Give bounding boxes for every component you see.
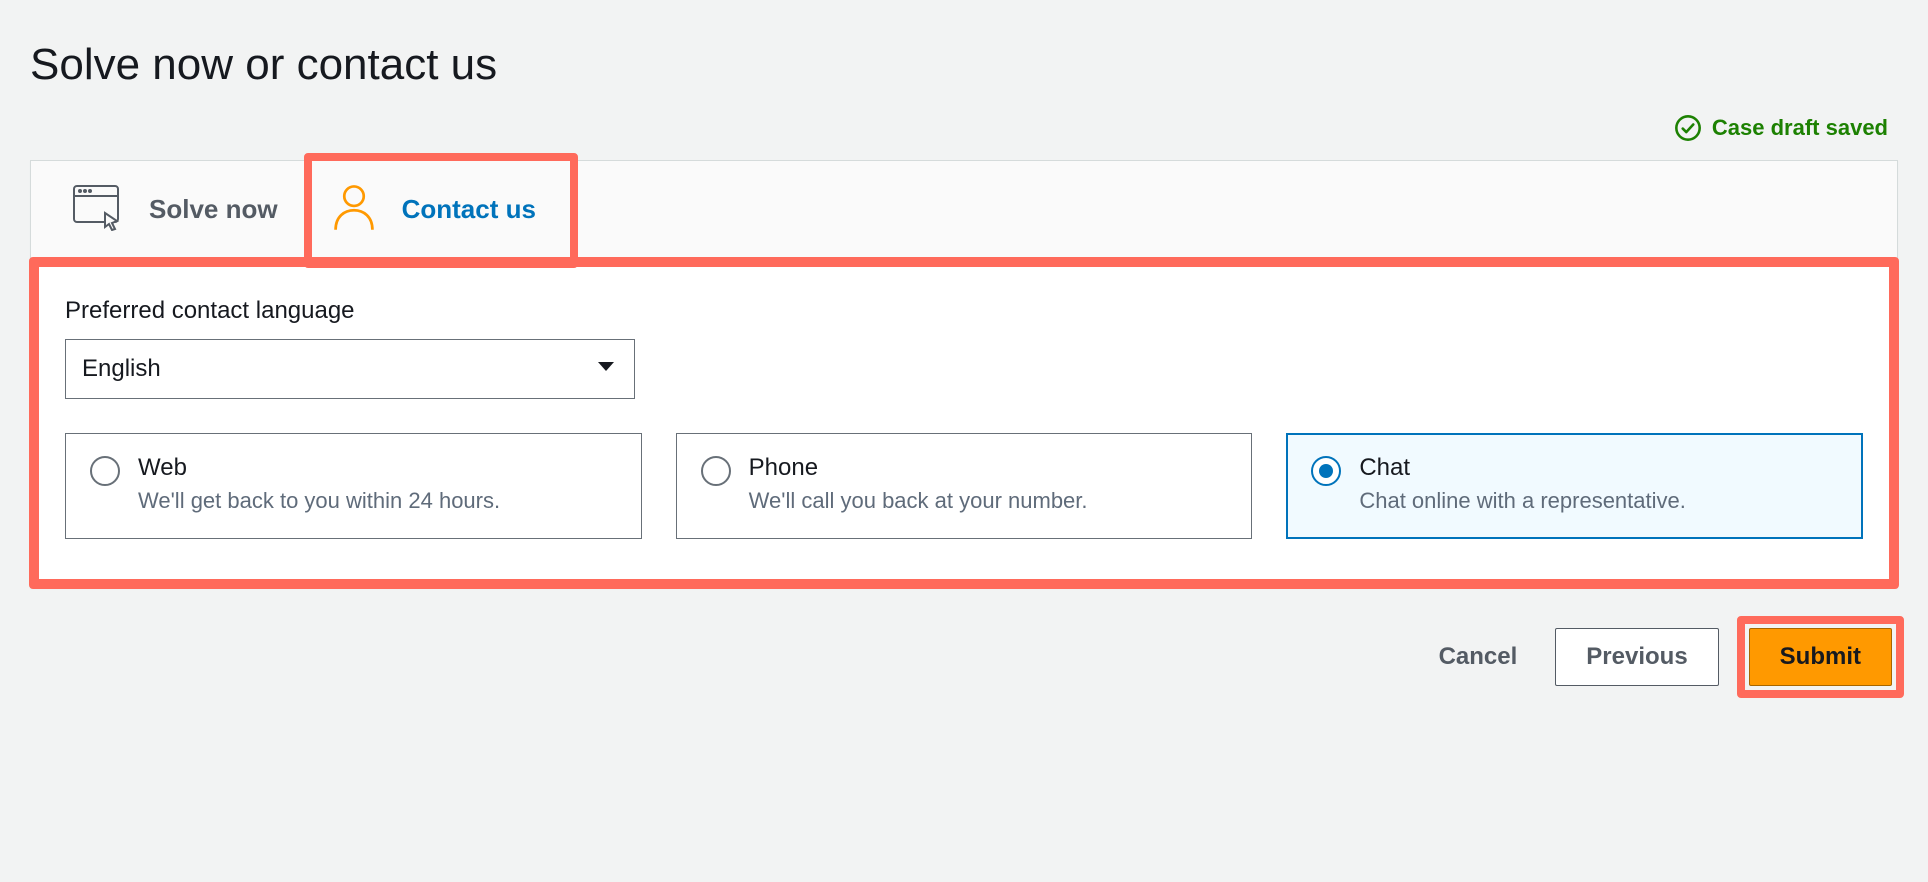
tab-solve-now-label: Solve now xyxy=(149,194,278,225)
language-select-value: English xyxy=(82,355,161,383)
option-web[interactable]: Web We'll get back to you within 24 hour… xyxy=(65,433,642,539)
submit-button[interactable]: Submit xyxy=(1749,628,1892,686)
tab-contact-us[interactable]: Contact us xyxy=(312,161,570,260)
option-phone-desc: We'll call you back at your number. xyxy=(749,488,1088,514)
option-web-desc: We'll get back to you within 24 hours. xyxy=(138,488,500,514)
radio-icon xyxy=(1311,456,1341,486)
option-phone-title: Phone xyxy=(749,454,1088,482)
page-title: Solve now or contact us xyxy=(30,40,1898,90)
tab-contact-us-label: Contact us xyxy=(402,194,536,225)
check-circle-icon xyxy=(1674,114,1702,142)
main-panel: Solve now Contact us Preferred contact l… xyxy=(30,160,1898,588)
cancel-button[interactable]: Cancel xyxy=(1431,629,1526,685)
panel-body: Preferred contact language English Web W… xyxy=(31,261,1897,587)
option-chat-desc: Chat online with a representative. xyxy=(1359,488,1686,514)
radio-icon xyxy=(90,456,120,486)
contact-options: Web We'll get back to you within 24 hour… xyxy=(65,433,1863,539)
option-web-title: Web xyxy=(138,454,500,482)
radio-icon xyxy=(701,456,731,486)
language-select[interactable]: English xyxy=(65,339,635,399)
previous-button[interactable]: Previous xyxy=(1555,628,1718,686)
window-cursor-icon xyxy=(71,183,127,236)
option-phone[interactable]: Phone We'll call you back at your number… xyxy=(676,433,1253,539)
status-text: Case draft saved xyxy=(1712,115,1888,141)
person-icon xyxy=(328,181,380,238)
tabs: Solve now Contact us xyxy=(31,161,1897,261)
option-chat-title: Chat xyxy=(1359,454,1686,482)
language-label: Preferred contact language xyxy=(65,297,1863,325)
tab-solve-now[interactable]: Solve now xyxy=(55,161,312,260)
status-row: Case draft saved xyxy=(30,114,1888,142)
footer: Cancel Previous Submit xyxy=(30,628,1898,686)
option-chat[interactable]: Chat Chat online with a representative. xyxy=(1286,433,1863,539)
